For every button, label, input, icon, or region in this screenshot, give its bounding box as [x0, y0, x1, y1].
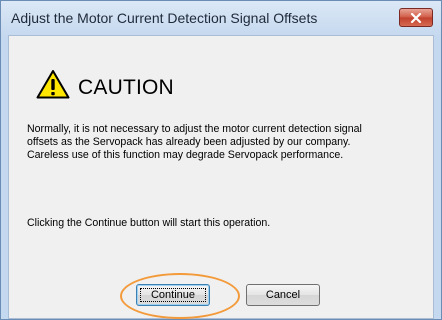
continue-button-label: Continue — [150, 289, 196, 301]
continue-button[interactable]: Continue — [136, 284, 210, 306]
dialog-window: Adjust the Motor Current Detection Signa… — [0, 0, 442, 320]
window-title: Adjust the Motor Current Detection Signa… — [11, 10, 318, 26]
message-line: Normally, it is not necessary to adjust … — [27, 123, 362, 135]
title-bar[interactable]: Adjust the Motor Current Detection Signa… — [1, 1, 441, 35]
instruction-text: Clicking the Continue button will start … — [27, 217, 271, 229]
dialog-body: CAUTION Normally, it is not necessary to… — [8, 35, 434, 319]
cancel-button[interactable]: Cancel — [246, 284, 320, 306]
caution-header: CAUTION — [36, 69, 174, 99]
caution-heading: CAUTION — [78, 76, 174, 99]
message-line: offsets as the Servopack has already bee… — [27, 136, 351, 148]
warning-triangle-icon — [36, 70, 70, 99]
close-x-icon — [410, 12, 422, 23]
caution-message: Normally, it is not necessary to adjust … — [27, 123, 431, 162]
close-button[interactable] — [399, 8, 433, 27]
message-line: Careless use of this function may degrad… — [27, 149, 344, 161]
cancel-button-label: Cancel — [265, 289, 301, 301]
